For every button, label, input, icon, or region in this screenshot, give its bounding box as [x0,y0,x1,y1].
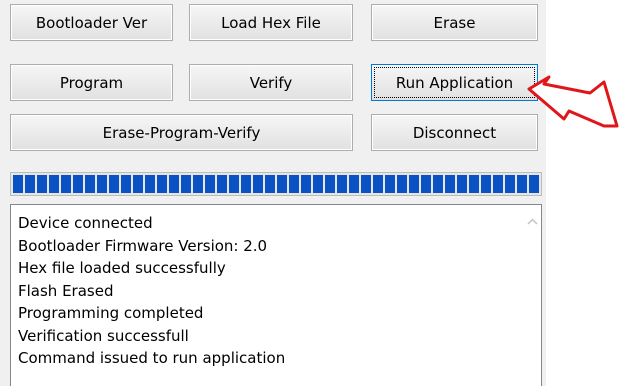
red-arrow-icon [527,75,619,128]
